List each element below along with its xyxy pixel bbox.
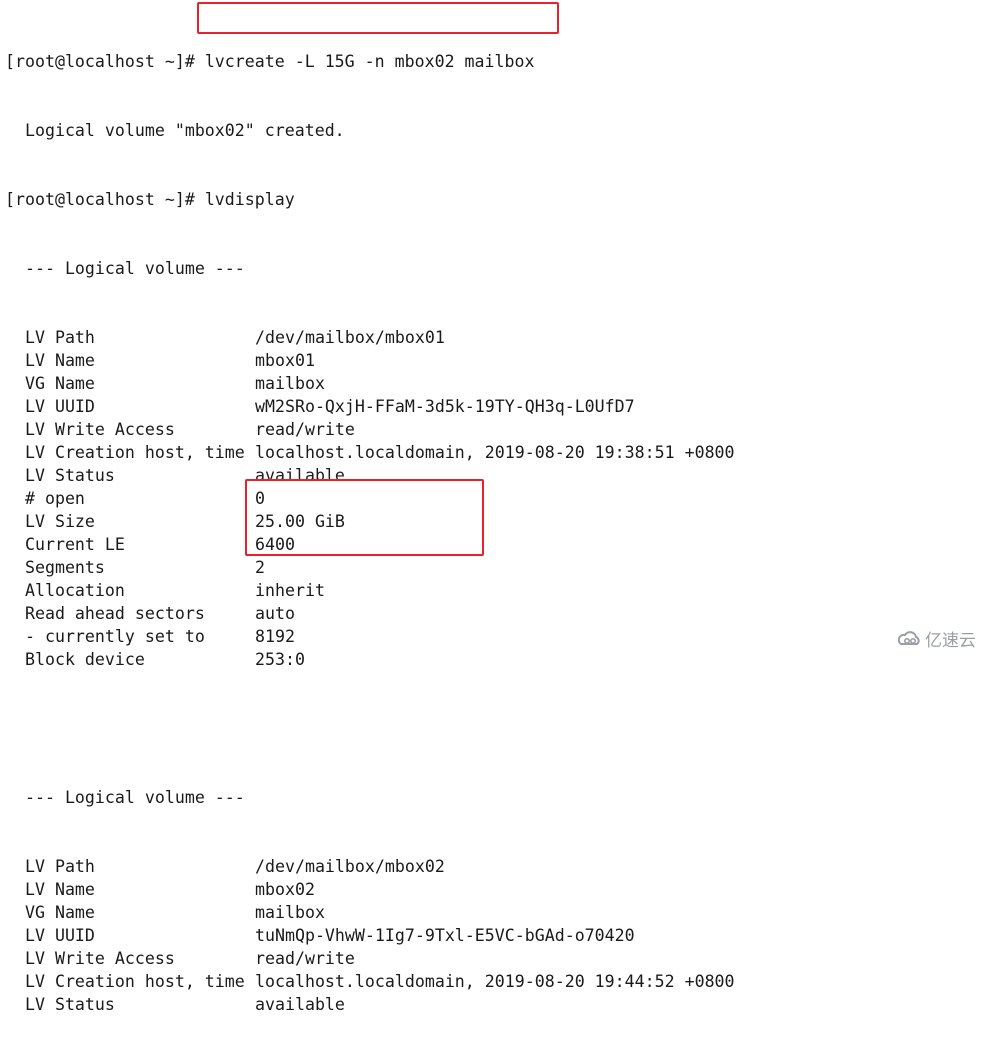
lv-field-row: - currently set to 8192 <box>5 625 735 648</box>
lv-field-value: inherit <box>255 581 325 600</box>
prompt: [root@localhost ~]# <box>5 52 205 71</box>
lv-field-row: VG Name mailbox <box>5 372 735 395</box>
lv-section-header: --- Logical volume --- <box>5 788 245 807</box>
prompt: [root@localhost ~]# <box>5 190 205 209</box>
lv-field-value: 253:0 <box>255 650 305 669</box>
lv-field-row: LV Creation host, time localhost.localdom… <box>5 441 735 464</box>
lv-field-key: LV Name <box>5 880 95 899</box>
lv-field-key: LV Write Access <box>5 949 175 968</box>
lv-field-row: LV Status available <box>5 993 735 1016</box>
lv-field-row: LV Name mbox01 <box>5 349 735 372</box>
lv-field-value: mbox02 <box>255 880 315 899</box>
watermark: 亿速云 <box>898 626 976 651</box>
lv-field-value: /dev/mailbox/mbox02 <box>255 857 445 876</box>
lv-field-key: Read ahead sectors <box>5 604 205 623</box>
lvcreate-output: Logical volume "mbox02" created. <box>5 121 345 140</box>
lv-field-value: auto <box>255 604 295 623</box>
lv-field-key: LV Name <box>5 351 95 370</box>
lv-field-row: LV Creation host, time localhost.localdom… <box>5 970 735 993</box>
highlight-box-command <box>197 2 559 34</box>
lv-field-row: LV Path/dev/mailbox/mbox02 <box>5 855 735 878</box>
lv-field-value: 8192 <box>255 627 295 646</box>
lv-field-value: 2 <box>255 558 265 577</box>
lv-section-mbox02: LV Path/dev/mailbox/mbox02 LV Name mbox02… <box>5 855 735 1016</box>
watermark-text: 亿速云 <box>925 631 976 651</box>
lv-field-key: Current LE <box>5 535 125 554</box>
lv-field-key: # open <box>5 489 85 508</box>
lv-field-key: VG Name <box>5 903 95 922</box>
lv-field-key: LV Size <box>5 512 95 531</box>
lv-field-row: Read ahead sectors auto <box>5 602 735 625</box>
lv-field-value: mbox01 <box>255 351 315 370</box>
lv-field-row: VG Name mailbox <box>5 901 735 924</box>
lv-field-key: LV UUID <box>5 926 95 945</box>
lv-field-value: available <box>255 995 345 1014</box>
cloud-logo-icon <box>898 630 920 645</box>
command-line: [root@localhost ~]# lvdisplay <box>5 188 735 211</box>
lv-field-value: /dev/mailbox/mbox01 <box>255 328 445 347</box>
lv-field-value: tuNmQp-VhwW-1Ig7-9Txl-E5VC-bGAd-o70420 <box>255 926 635 945</box>
lv-field-key: LV Path <box>5 857 95 876</box>
lv-field-key: LV Path <box>5 328 95 347</box>
lv-field-value: localhost.localdomain, 2019-08-20 19:38:… <box>255 443 735 462</box>
lv-field-value: read/write <box>255 420 355 439</box>
command-line: [root@localhost ~]# lvcreate -L 15G -n m… <box>5 50 735 73</box>
lv-field-value: localhost.localdomain, 2019-08-20 19:44:… <box>255 972 735 991</box>
lv-field-row: Segments 2 <box>5 556 735 579</box>
lv-field-row: LV Name mbox02 <box>5 878 735 901</box>
lv-field-row: Block device 253:0 <box>5 648 735 671</box>
lv-field-key: LV Creation host, time <box>5 972 245 991</box>
lv-field-key: LV Creation host, time <box>5 443 245 462</box>
lvcreate-command: lvcreate -L 15G -n mbox02 mailbox <box>204 52 535 71</box>
lv-field-key: Block device <box>5 650 145 669</box>
lv-field-value: wM2SRo-QxjH-FFaM-3d5k-19TY-QH3q-L0UfD7 <box>255 397 635 416</box>
lv-field-row: LV UUID tuNmQp-VhwW-1Ig7-9Txl-E5VC-bGAd-o… <box>5 924 735 947</box>
lv-field-value: mailbox <box>255 374 325 393</box>
lv-field-row: LV Write Access read/write <box>5 418 735 441</box>
lv-field-key: Segments <box>5 558 105 577</box>
highlight-box-mbox02 <box>245 479 484 556</box>
lv-field-key: VG Name <box>5 374 95 393</box>
lv-field-value: mailbox <box>255 903 325 922</box>
lv-field-key: Allocation <box>5 581 125 600</box>
lv-field-row: LV Write Access read/write <box>5 947 735 970</box>
lv-field-key: LV Write Access <box>5 420 175 439</box>
lv-field-key: LV Status <box>5 466 115 485</box>
lv-field-key: LV Status <box>5 995 115 1014</box>
lv-field-key: LV UUID <box>5 397 95 416</box>
lv-section-header: --- Logical volume --- <box>5 259 245 278</box>
lv-field-key: - currently set to <box>5 627 205 646</box>
lv-field-row: Allocation inherit <box>5 579 735 602</box>
lv-field-row: LV UUID wM2SRo-QxjH-FFaM-3d5k-19TY-QH3q-L… <box>5 395 735 418</box>
lv-field-row: LV Path/dev/mailbox/mbox01 <box>5 326 735 349</box>
lvdisplay-command: lvdisplay <box>204 190 295 209</box>
lv-field-value: read/write <box>255 949 355 968</box>
